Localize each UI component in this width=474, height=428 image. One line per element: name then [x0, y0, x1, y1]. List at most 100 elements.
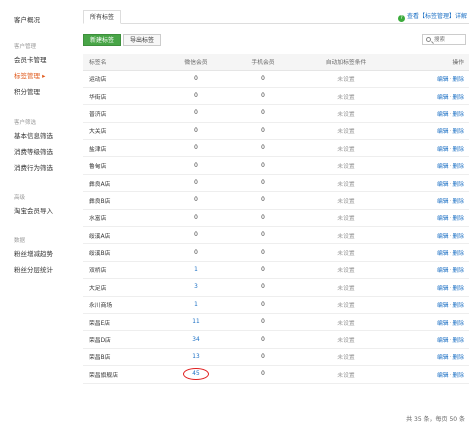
phone-cell: 0	[223, 243, 303, 262]
help-link[interactable]: ? 查看【标签管理】详解	[397, 11, 467, 22]
sidebar-item[interactable]: 粉丝分层统计	[14, 262, 80, 278]
edit-link[interactable]: 编辑	[437, 234, 449, 240]
edit-link[interactable]: 编辑	[437, 164, 449, 170]
search-box[interactable]	[422, 34, 466, 45]
sidebar-item[interactable]: 消费行为筛选	[14, 160, 80, 176]
delete-link[interactable]: 删除	[452, 286, 464, 292]
edit-link[interactable]: 编辑	[437, 251, 449, 257]
delete-link[interactable]: 删除	[452, 251, 464, 257]
delete-link[interactable]: 删除	[452, 129, 464, 135]
sidebar-item[interactable]: 淘宝会员导入	[14, 203, 80, 219]
delete-link[interactable]: 删除	[452, 355, 464, 361]
operations-cell: 编辑·删除	[389, 191, 469, 210]
edit-link[interactable]: 编辑	[437, 199, 449, 205]
new-tag-button[interactable]: 新建标签	[83, 34, 122, 46]
edit-link[interactable]: 编辑	[437, 77, 449, 83]
toolbar: 新建标签 导出标签	[83, 32, 469, 54]
table-row: 运动店 0 0 未设置 编辑·删除	[83, 70, 469, 88]
wechat-count[interactable]: 3	[194, 284, 198, 290]
delete-link[interactable]: 删除	[452, 234, 464, 240]
phone-cell: 0	[223, 139, 303, 158]
edit-link[interactable]: 编辑	[437, 338, 449, 344]
delete-link[interactable]: 删除	[452, 216, 464, 222]
wechat-count[interactable]: 34	[192, 337, 199, 343]
tab-all-tags[interactable]: 所有标签	[83, 10, 122, 24]
edit-link[interactable]: 编辑	[437, 216, 449, 222]
wechat-count: 0	[194, 197, 198, 204]
delete-link[interactable]: 删除	[452, 95, 464, 101]
help-link-text[interactable]: 查看【标签管理】详解	[407, 13, 467, 20]
header-auto-tag-condition: 自动加标签条件	[303, 54, 389, 71]
sidebar-item[interactable]: 基本信息筛选	[14, 128, 80, 144]
table-row: 水富店 0 0 未设置 编辑·删除	[83, 209, 469, 228]
sidebar-group: 数据 粉丝增减趋势 粉丝分层统计	[14, 236, 80, 278]
delete-link[interactable]: 删除	[452, 303, 464, 309]
operations-cell: 编辑·删除	[389, 278, 469, 297]
edit-link[interactable]: 编辑	[437, 373, 449, 379]
sidebar-item[interactable]: 积分管理	[14, 84, 80, 100]
operations-cell: 编辑·删除	[389, 313, 469, 332]
wechat-count[interactable]: 11	[192, 319, 199, 325]
sidebar: 客户概况 客户管理 会员卡管理 标签管理 ▸ 积分管理 客户筛选 基本信息筛选 消费等级筛选…	[0, 0, 80, 428]
edit-link[interactable]: 编辑	[437, 95, 449, 101]
tag-name-cell: 荣昌旗舰店	[83, 365, 169, 384]
main-panel: 所有标签 ?查看【标签管理】详解 新建标签 导出标签 标签名 微信会员 手机会员…	[83, 8, 469, 423]
table-header-row: 标签名 微信会员 手机会员 自动加标签条件 操作	[83, 54, 469, 71]
auto-condition-cell: 未设置	[303, 122, 389, 141]
delete-link[interactable]: 删除	[452, 112, 464, 118]
tag-name-cell: 鲁甸店	[83, 156, 169, 175]
auto-condition-cell: 未设置	[303, 243, 389, 262]
export-tags-button[interactable]: 导出标签	[123, 34, 162, 46]
edit-link[interactable]: 编辑	[437, 112, 449, 118]
table-row: 华街店 0 0 未设置 编辑·删除	[83, 87, 469, 106]
table-row: 普济店 0 0 未设置 编辑·删除	[83, 104, 469, 123]
sidebar-item-overview[interactable]: 客户概况	[14, 14, 40, 24]
search-input[interactable]	[434, 36, 464, 43]
tag-name-cell: 荣昌E店	[83, 313, 169, 332]
delete-link[interactable]: 删除	[452, 373, 464, 379]
header-wechat-members: 微信会员	[169, 54, 223, 71]
edit-link[interactable]: 编辑	[437, 268, 449, 274]
operations-cell: 编辑·删除	[389, 226, 469, 245]
delete-link[interactable]: 删除	[452, 147, 464, 153]
edit-link[interactable]: 编辑	[437, 286, 449, 292]
edit-link[interactable]: 编辑	[437, 321, 449, 327]
delete-link[interactable]: 删除	[452, 338, 464, 344]
search-icon[interactable]	[426, 37, 431, 42]
wechat-count[interactable]: 1	[194, 267, 198, 273]
delete-link[interactable]: 删除	[452, 164, 464, 170]
wechat-count[interactable]: 1	[194, 302, 198, 308]
table-row: 盐津店 0 0 未设置 编辑·删除	[83, 139, 469, 158]
tab-bar: 所有标签 ? 查看【标签管理】详解	[83, 8, 469, 24]
tag-name-cell: 荣昌B店	[83, 348, 169, 367]
wechat-count[interactable]: 13	[192, 354, 199, 360]
sidebar-item[interactable]: 会员卡管理	[14, 52, 80, 68]
delete-link[interactable]: 删除	[452, 182, 464, 188]
sidebar-item[interactable]: 标签管理 ▸	[14, 68, 80, 84]
tag-name-cell: 水富店	[83, 209, 169, 228]
wechat-count: 0	[194, 180, 198, 187]
auto-condition-cell: 未设置	[303, 365, 389, 384]
sidebar-group-title: 高级	[14, 195, 26, 201]
delete-link[interactable]: 删除	[452, 321, 464, 327]
edit-link[interactable]: 编辑	[437, 303, 449, 309]
sidebar-item[interactable]: 粉丝增减趋势	[14, 246, 80, 262]
delete-link[interactable]: 删除	[452, 77, 464, 83]
operations-cell: 编辑·删除	[389, 139, 469, 158]
edit-link[interactable]: 编辑	[437, 129, 449, 135]
operations-cell: 编辑·删除	[389, 348, 469, 367]
wechat-cell: 0	[169, 191, 223, 210]
delete-link[interactable]: 删除	[452, 199, 464, 205]
phone-cell: 0	[223, 122, 303, 141]
edit-link[interactable]: 编辑	[437, 182, 449, 188]
wechat-cell: 45	[169, 365, 223, 384]
phone-cell: 0	[223, 330, 303, 349]
sidebar-item[interactable]: 消费等级筛选	[14, 144, 80, 160]
tag-name-cell: 大关店	[83, 122, 169, 141]
wechat-count[interactable]: 45	[192, 371, 199, 377]
wechat-count: 0	[194, 249, 198, 256]
delete-link[interactable]: 删除	[452, 268, 464, 274]
edit-link[interactable]: 编辑	[437, 147, 449, 153]
header-tag-name: 标签名	[83, 54, 169, 71]
edit-link[interactable]: 编辑	[437, 355, 449, 361]
